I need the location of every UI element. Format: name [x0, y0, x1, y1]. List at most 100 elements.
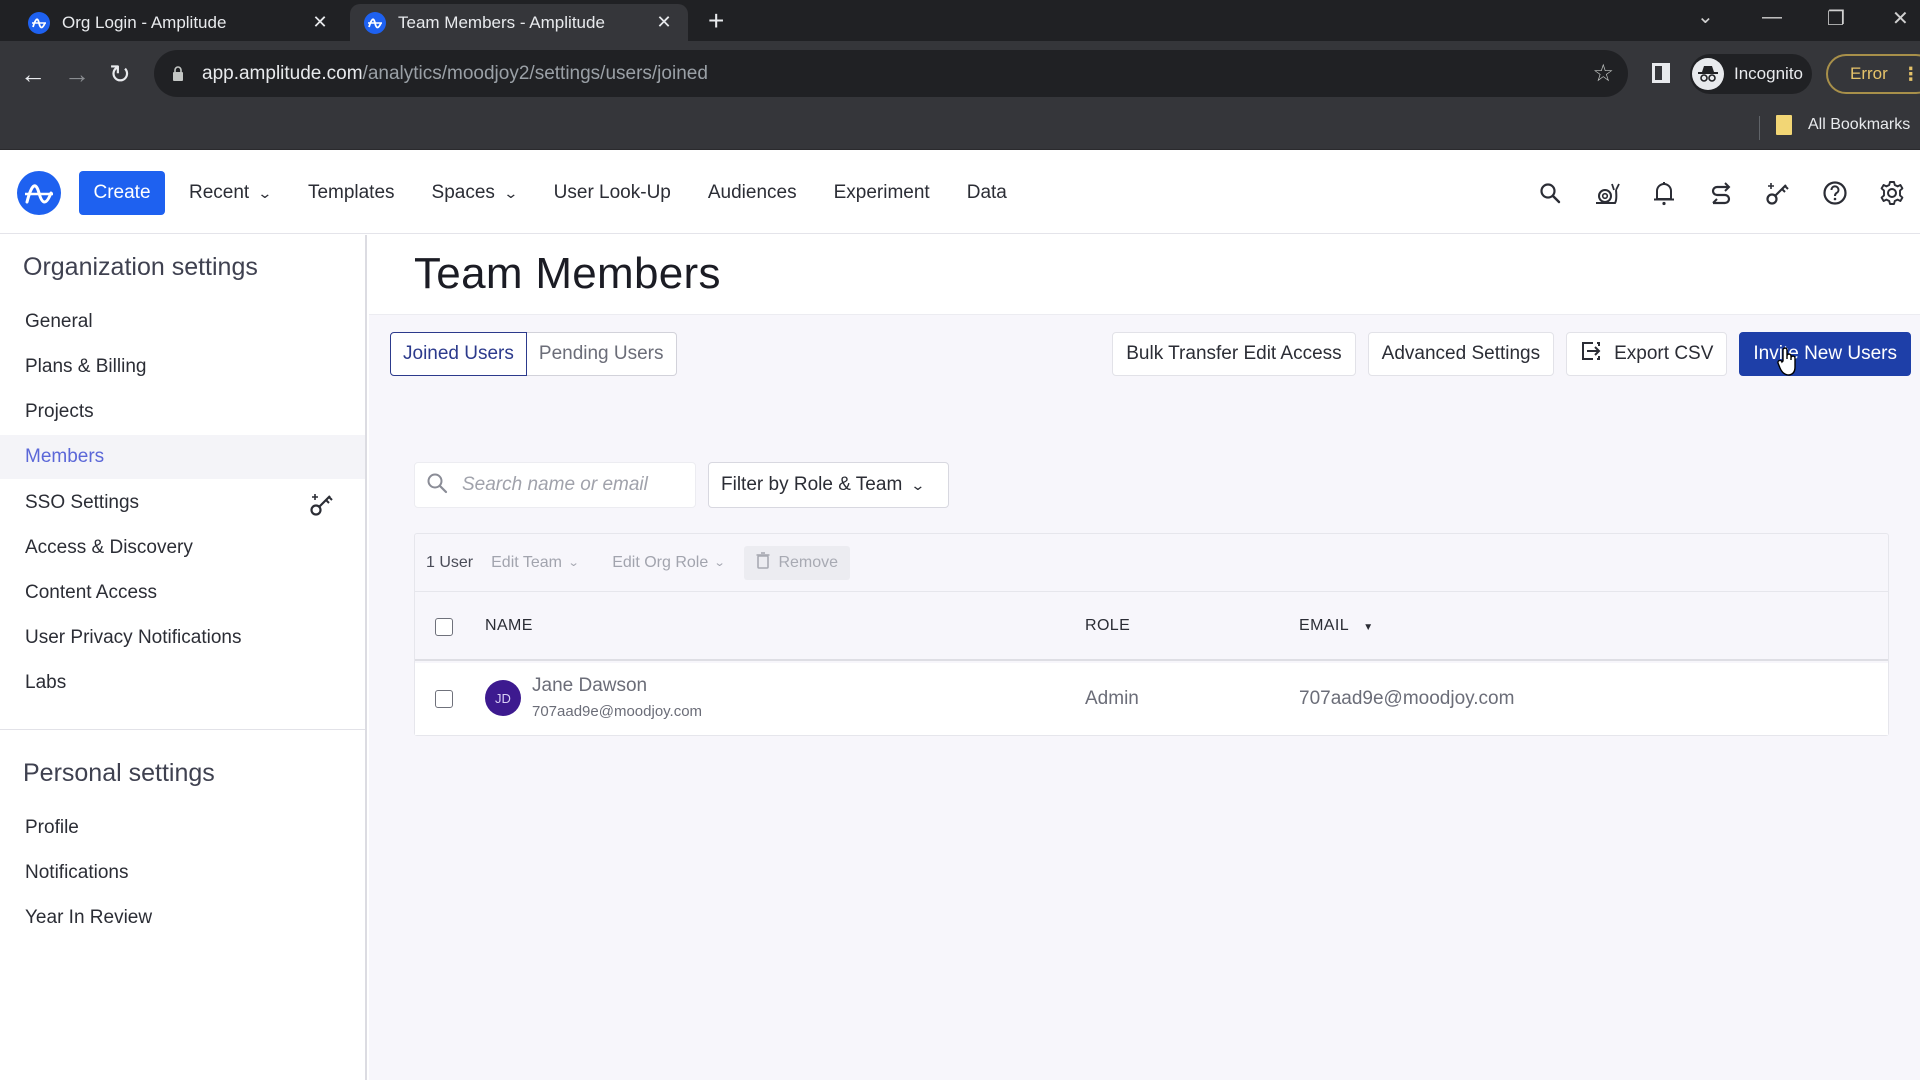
user-role: Admin — [1085, 688, 1139, 709]
user-email: 707aad9e@moodjoy.com — [1299, 688, 1515, 709]
minimize-icon[interactable]: — — [1762, 6, 1782, 29]
hand-cursor-icon — [1777, 347, 1799, 382]
address-bar[interactable]: app.amplitude.com /analytics/moodjoy2/se… — [154, 50, 1628, 97]
bulk-transfer-edit-access-button[interactable]: Bulk Transfer Edit Access — [1112, 332, 1356, 376]
filter-role-team-dropdown[interactable]: Filter by Role & Team ⌄ — [708, 462, 949, 508]
table-header: NAME ROLE EMAIL ▼ — [415, 592, 1888, 661]
folder-icon — [1776, 115, 1792, 135]
nav-label: Templates — [307, 182, 395, 203]
browser-tab-active[interactable]: Team Members - Amplitude ✕ — [350, 4, 688, 41]
bulk-actions-bar: 1 User Edit Team ⌄ Edit Org Role ⌄ Remove — [415, 534, 1888, 592]
export-csv-label: Export CSV — [1614, 343, 1714, 364]
sidebar-item-notifications[interactable]: Notifications — [0, 851, 365, 895]
user-name[interactable]: Jane Dawson — [532, 675, 647, 697]
sidebar-item-sso-settings[interactable]: SSO Settings — [0, 481, 365, 525]
nav-recent[interactable]: Recent ⌄ — [189, 182, 273, 204]
incognito-icon — [1692, 58, 1724, 90]
user-status-segmented-control: Joined Users Pending Users — [390, 332, 677, 376]
column-header-email[interactable]: EMAIL ▼ — [1299, 617, 1374, 635]
bookmarks-bar: All Bookmarks — [0, 108, 1920, 150]
new-tab-button[interactable]: + — [708, 6, 724, 36]
reload-icon[interactable]: ↻ — [109, 61, 131, 87]
nav-spaces[interactable]: Spaces ⌄ — [432, 182, 519, 204]
sidebar-item-profile[interactable]: Profile — [0, 806, 365, 850]
invite-new-users-button[interactable]: Invite New Users — [1739, 332, 1911, 376]
remove-button[interactable]: Remove — [744, 545, 851, 580]
bookmarks-divider — [1759, 116, 1760, 140]
main-content: Team Members Joined Users Pending Users … — [369, 235, 1920, 1080]
edit-org-role-dropdown[interactable]: Edit Org Role ⌄ — [612, 553, 726, 572]
lock-icon — [172, 66, 184, 81]
nav-label: User Look-Up — [553, 182, 671, 203]
remove-label: Remove — [778, 553, 839, 571]
sidebar-item-projects[interactable]: Projects — [0, 390, 365, 434]
sidebar-item-access-discovery[interactable]: Access & Discovery — [0, 526, 365, 570]
nav-experiment[interactable]: Experiment — [834, 182, 930, 204]
incognito-badge[interactable]: Incognito — [1690, 54, 1812, 94]
sidebar-item-general[interactable]: General — [0, 300, 365, 344]
column-header-role[interactable]: ROLE — [1085, 617, 1130, 635]
sidebar-item-label: Profile — [25, 817, 79, 838]
sidebar-item-content-access[interactable]: Content Access — [0, 571, 365, 615]
all-bookmarks-button[interactable]: All Bookmarks — [1776, 115, 1910, 135]
trash-icon — [756, 551, 770, 574]
header-icons — [1509, 178, 1908, 208]
export-icon — [1580, 340, 1602, 368]
nav-templates[interactable]: Templates — [308, 182, 395, 204]
all-bookmarks-label: All Bookmarks — [1808, 116, 1911, 133]
window-close-icon[interactable]: ✕ — [1892, 6, 1909, 31]
search-input[interactable] — [462, 474, 682, 496]
edit-team-dropdown[interactable]: Edit Team ⌄ — [491, 553, 580, 572]
search-icon — [426, 472, 448, 499]
help-icon[interactable] — [1819, 178, 1851, 208]
key-sparkle-icon[interactable] — [1762, 178, 1794, 208]
nav-user-lookup[interactable]: User Look-Up — [554, 182, 671, 204]
restore-icon[interactable]: ❐ — [1827, 6, 1845, 31]
browser-tab[interactable]: Org Login - Amplitude ✕ — [14, 4, 344, 41]
forward-arrow-icon[interactable]: → — [64, 61, 90, 87]
sidebar-item-members[interactable]: Members — [0, 435, 365, 479]
create-button[interactable]: Create — [79, 171, 165, 215]
sync-arrows-icon[interactable] — [1705, 178, 1737, 208]
top-nav: Recent ⌄ Templates Spaces ⌄ User Look-Up A… — [189, 171, 1044, 215]
bell-icon[interactable] — [1648, 178, 1680, 208]
edit-team-label: Edit Team — [491, 553, 562, 571]
amplitude-logo-icon[interactable] — [17, 171, 61, 215]
sidebar-item-plans-billing[interactable]: Plans & Billing — [0, 345, 365, 389]
chevron-down-icon: ⌄ — [567, 557, 580, 569]
edit-org-role-label: Edit Org Role — [612, 553, 709, 571]
column-header-name[interactable]: NAME — [485, 617, 533, 635]
filter-label: Filter by Role & Team — [721, 474, 903, 495]
export-csv-button[interactable]: Export CSV — [1566, 332, 1728, 376]
nav-data[interactable]: Data — [967, 182, 1007, 204]
table-row[interactable]: JD Jane Dawson 707aad9e@moodjoy.com Admi… — [415, 663, 1888, 735]
nav-audiences[interactable]: Audiences — [708, 182, 797, 204]
back-arrow-icon[interactable]: ← — [20, 61, 46, 87]
row-checkbox[interactable] — [435, 690, 453, 708]
tab-search-chevron-icon[interactable]: ⌄ — [1697, 4, 1714, 29]
search-icon[interactable] — [1534, 178, 1566, 208]
profile-error-button[interactable]: Error ⋮ — [1826, 54, 1920, 94]
snail-icon[interactable] — [1591, 178, 1623, 208]
sidebar-item-label: Projects — [25, 401, 94, 422]
sidebar-item-year-in-review[interactable]: Year In Review — [0, 896, 365, 940]
url-host: app.amplitude.com — [202, 62, 363, 84]
org-settings-heading: Organization settings — [23, 253, 258, 281]
tab-pending-users[interactable]: Pending Users — [526, 332, 677, 376]
browser-tabstrip: Org Login - Amplitude ✕ Team Members - A… — [0, 0, 1920, 41]
members-table: 1 User Edit Team ⌄ Edit Org Role ⌄ Remove … — [414, 533, 1889, 736]
sidebar-item-user-privacy-notifications[interactable]: User Privacy Notifications — [0, 616, 365, 660]
gear-icon[interactable] — [1876, 178, 1908, 208]
advanced-settings-button[interactable]: Advanced Settings — [1367, 332, 1555, 376]
sidebar-divider — [0, 729, 365, 730]
nav-label: Data — [966, 182, 1007, 203]
select-all-checkbox[interactable] — [435, 618, 453, 636]
sidebar-item-labs[interactable]: Labs — [0, 661, 365, 705]
close-tab-icon[interactable]: ✕ — [310, 12, 330, 33]
side-panel-icon[interactable] — [1652, 63, 1670, 83]
bookmark-star-icon[interactable]: ☆ — [1592, 59, 1614, 88]
close-tab-icon[interactable]: ✕ — [654, 12, 674, 33]
column-header-email-label: EMAIL — [1299, 617, 1349, 634]
nav-label: Recent — [189, 182, 250, 203]
tab-joined-users[interactable]: Joined Users — [390, 332, 527, 376]
